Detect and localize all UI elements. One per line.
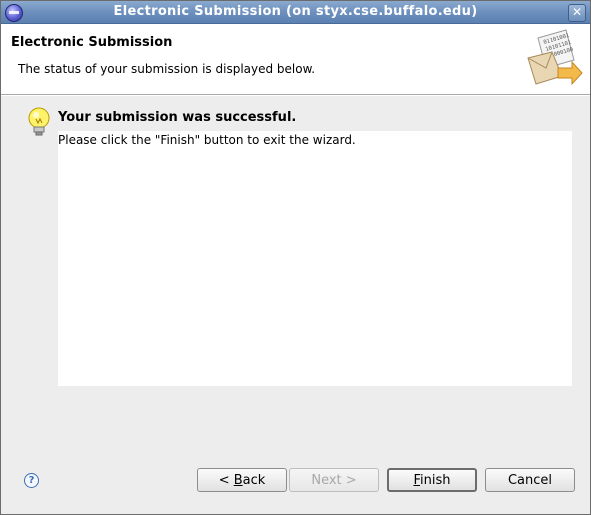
title-bar[interactable]: Electronic Submission (on styx.cse.buffa…	[1, 1, 590, 24]
cancel-button[interactable]: Cancel	[485, 468, 575, 492]
lightbulb-icon	[28, 107, 50, 136]
back-button-prefix: <	[218, 473, 234, 488]
status-message-title: Your submission was successful.	[58, 110, 297, 125]
back-button-label: ack	[242, 473, 266, 488]
wizard-dialog: Electronic Submission (on styx.cse.buffa…	[0, 0, 591, 515]
finish-button[interactable]: Finish	[387, 468, 477, 492]
submit-wizard-graphic-icon: 01101001 10101101 11000100	[527, 29, 583, 86]
page-description: The status of your submission is display…	[18, 62, 316, 76]
finish-button-label: inish	[420, 473, 451, 488]
header-separator	[1, 95, 590, 96]
next-button[interactable]: Next >	[289, 468, 379, 492]
window-title: Electronic Submission (on styx.cse.buffa…	[113, 4, 478, 19]
help-icon[interactable]: ?	[24, 473, 39, 488]
back-button-mnemonic: B	[233, 473, 243, 488]
status-message-body: Please click the "Finish" button to exit…	[58, 133, 356, 147]
status-message-area: Please click the "Finish" button to exit…	[58, 131, 572, 386]
page-title: Electronic Submission	[11, 35, 173, 50]
close-button[interactable]: ✕	[568, 4, 586, 22]
back-button[interactable]: < Back	[197, 468, 287, 492]
wizard-header: Electronic Submission The status of your…	[1, 24, 590, 95]
